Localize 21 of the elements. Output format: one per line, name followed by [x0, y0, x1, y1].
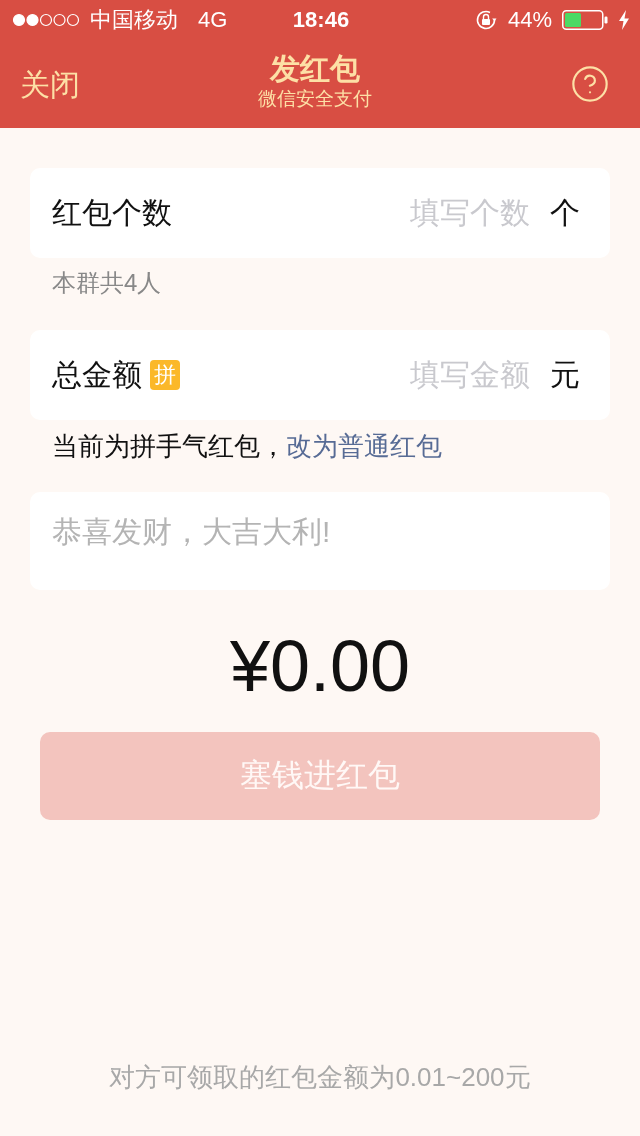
- field-label: 总金额: [52, 357, 142, 393]
- signal-icon: [12, 13, 80, 27]
- unit-label: 个: [550, 195, 580, 231]
- mode-tag: 拼: [150, 360, 180, 390]
- help-icon[interactable]: [570, 64, 610, 104]
- close-button[interactable]: 关闭: [20, 67, 80, 103]
- total-amount: ¥0.00: [229, 628, 411, 704]
- page-title: 发红包: [270, 51, 360, 87]
- battery-percent: 44%: [507, 7, 552, 33]
- carrier-name: 中国移动: [90, 7, 178, 33]
- amount-limit-note: 对方可领取的红包金额为0.01~200元: [109, 1061, 531, 1094]
- mode-note: 当前为拼手气红包，改为普通红包: [52, 430, 442, 462]
- network-type: 4G: [198, 7, 228, 33]
- field-label: 红包个数: [52, 195, 172, 231]
- page-subtitle: 微信安全支付: [258, 87, 372, 111]
- message-field[interactable]: 恭喜发财，大吉大利!: [30, 492, 610, 590]
- battery-icon: [562, 10, 608, 30]
- group-size-hint: 本群共4人: [52, 268, 162, 298]
- switch-link[interactable]: 改为普通红包: [286, 431, 442, 461]
- unit-label: 元: [550, 357, 580, 393]
- status-time: 18:46: [292, 7, 350, 33]
